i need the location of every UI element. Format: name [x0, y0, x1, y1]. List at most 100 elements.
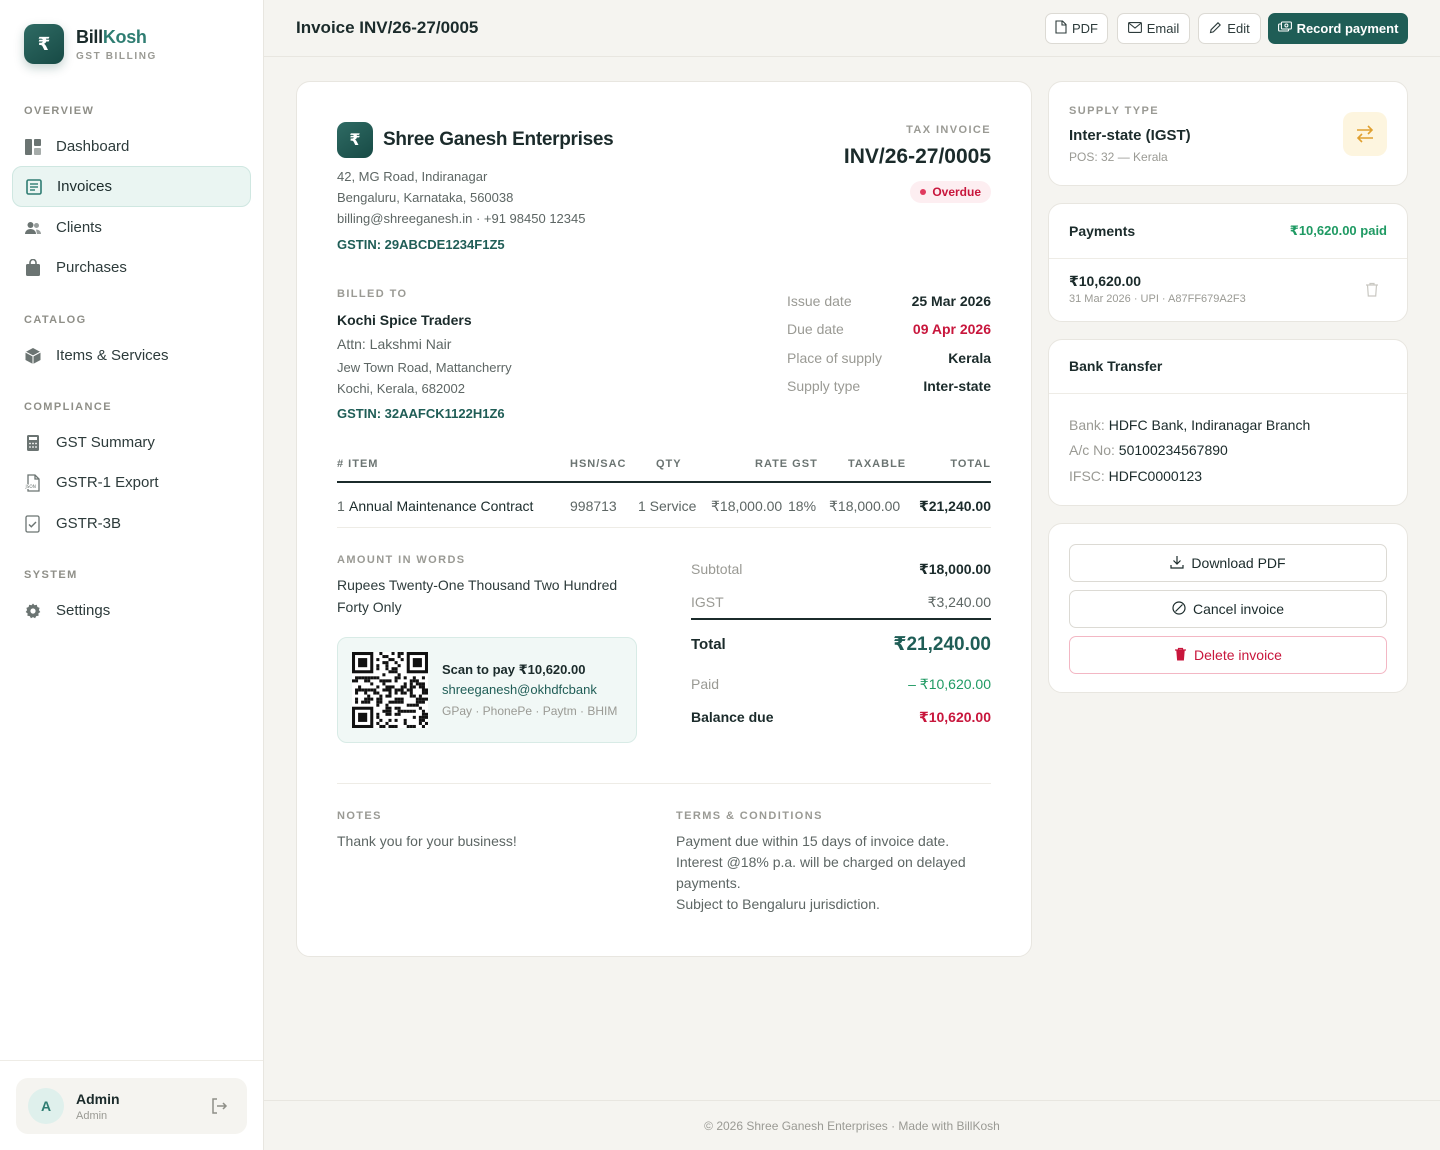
gear-icon [24, 602, 42, 620]
calculator-icon [24, 434, 42, 452]
edit-button[interactable]: Edit [1198, 13, 1261, 44]
place-of-supply-code: POS: 32 — Kerala [1069, 150, 1168, 164]
client-gstin: GSTIN: 32AAFCK1122H1Z6 [337, 406, 505, 421]
billed-to-label: BILLED TO [337, 288, 408, 300]
cancel-invoice-button[interactable]: Cancel invoice [1069, 590, 1387, 628]
sidebar-item-gstr3b[interactable]: GSTR-3B [12, 503, 251, 544]
notes-label: NOTES [337, 810, 382, 822]
items-table-header: # ITEM HSN/SAC QTY RATE GST TAXABLE TOTA… [337, 458, 991, 483]
seller-address-line: 42, MG Road, Indiranagar [337, 169, 488, 184]
subtotal-row: Subtotal ₹18,000.00 [691, 561, 991, 577]
sidebar-item-gstr1-export[interactable]: JSON GSTR-1 Export [12, 462, 251, 503]
sidebar-item-label: GSTR-3B [56, 515, 122, 532]
payments-paid-summary: ₹10,620.00 paid [1289, 223, 1387, 238]
due-date: 09 Apr 2026 [912, 321, 991, 337]
total-row: Total ₹21,240.00 [691, 634, 991, 655]
paid-value: – ₹10,620.00 [908, 676, 991, 692]
supply-type-label: SUPPLY TYPE [1069, 105, 1159, 117]
pdf-button[interactable]: PDF [1045, 13, 1108, 44]
delete-invoice-button[interactable]: Delete invoice [1069, 636, 1387, 674]
actions-card: Download PDF Cancel invoice Delete invoi… [1048, 523, 1408, 693]
sidebar-item-dashboard[interactable]: Dashboard [12, 126, 251, 167]
col-total: TOTAL [950, 458, 991, 470]
sidebar-item-gst-summary[interactable]: GST Summary [12, 422, 251, 463]
user-card[interactable]: A Admin Admin [16, 1078, 247, 1134]
topbar: Invoice INV/26-27/0005 PDF Email Edit Re… [264, 0, 1440, 57]
account-number-line: A/c No: 50100234567890 [1069, 442, 1228, 458]
balance-value: ₹10,620.00 [918, 709, 991, 725]
page-title: Invoice INV/26-27/0005 [296, 18, 479, 37]
payments-card: Payments ₹10,620.00 paid ₹10,620.00 31 M… [1048, 203, 1408, 322]
igst-value: ₹3,240.00 [927, 594, 991, 610]
user-role: Admin [76, 1109, 108, 1122]
nav-section-system: SYSTEM [24, 569, 78, 581]
box-icon [24, 347, 42, 365]
seller-contact-line: billing@shreeganesh.in · +91 98450 12345 [337, 211, 586, 226]
sidebar-item-purchases[interactable]: Purchases [12, 247, 251, 288]
issue-date-row: Issue date 25 Mar 2026 [787, 293, 991, 309]
terms-label: TERMS & CONDITIONS [676, 810, 823, 822]
logout-icon[interactable] [209, 1096, 229, 1121]
sidebar-item-invoices[interactable]: Invoices [12, 166, 251, 207]
ifsc-code: HDFC0000123 [1108, 468, 1203, 484]
sidebar: ₹ BillKosh GST BILLING OVERVIEW Dashboar… [0, 0, 264, 1150]
sidebar-item-label: GST Summary [56, 434, 155, 451]
supply-type-value: Inter-state (IGST) [1069, 127, 1191, 144]
sidebar-divider [0, 1060, 263, 1061]
sidebar-item-clients[interactable]: Clients [12, 207, 251, 248]
brand[interactable]: ₹ BillKosh GST BILLING [24, 24, 157, 64]
col-qty: QTY [656, 458, 682, 470]
record-payment-button[interactable]: Record payment [1268, 13, 1408, 44]
client-attn: Attn: Lakshmi Nair [337, 336, 452, 352]
upi-apps: GPay · PhonePe · Paytm · BHIM [442, 704, 618, 718]
sidebar-item-label: Purchases [56, 259, 127, 276]
supply-type: Inter-state [923, 378, 991, 394]
item-qty: 1 Service [638, 498, 697, 514]
balance-row: Balance due ₹10,620.00 [691, 709, 991, 725]
item-number: 1 [337, 498, 345, 514]
seller-logo-icon: ₹ [337, 122, 373, 158]
item-name: Annual Maintenance Contract [349, 498, 534, 514]
page-footer: © 2026 Shree Ganesh Enterprises · Made w… [264, 1100, 1440, 1150]
trash-icon[interactable] [1365, 282, 1379, 302]
client-name: Kochi Spice Traders [337, 312, 472, 328]
cancel-circle-icon [1172, 600, 1186, 618]
checklist-icon [24, 514, 42, 533]
brand-name: BillKosh [76, 26, 147, 47]
col-taxable: TAXABLE [848, 458, 907, 470]
paid-row: Paid – ₹10,620.00 [691, 676, 991, 692]
payments-title: Payments [1069, 223, 1136, 239]
sidebar-item-items-services[interactable]: Items & Services [12, 335, 251, 376]
invoice-icon [25, 178, 43, 196]
notes-divider [337, 783, 991, 784]
pencil-icon [1209, 21, 1222, 37]
due-date-row: Due date 09 Apr 2026 [787, 321, 991, 337]
sidebar-item-label: Dashboard [56, 138, 130, 155]
terms-text: Payment due within 15 days of invoice da… [676, 833, 966, 912]
subtotal-value: ₹18,000.00 [918, 561, 991, 577]
invoice-number: INV/26-27/0005 [843, 145, 991, 168]
col-item: # ITEM [337, 458, 379, 470]
bank-transfer-card: Bank Transfer Bank: HDFC Bank, Indiranag… [1048, 339, 1408, 506]
download-pdf-button[interactable]: Download PDF [1069, 544, 1387, 582]
download-icon [1170, 555, 1185, 572]
email-button[interactable]: Email [1117, 13, 1190, 44]
sidebar-item-settings[interactable]: Settings [12, 590, 251, 631]
payment-details: 31 Mar 2026 · UPI · A87FF679A2F3 [1069, 293, 1246, 305]
nav-section-compliance: COMPLIANCE [24, 401, 112, 413]
avatar: A [28, 1088, 64, 1124]
payment-amount: ₹10,620.00 [1069, 273, 1142, 289]
brand-logo-icon: ₹ [24, 24, 64, 64]
upi-id: shreeganesh@okhdfcbank [442, 682, 597, 697]
col-hsn: HSN/SAC [570, 458, 627, 470]
sidebar-item-label: Clients [56, 219, 102, 236]
place-of-supply-row: Place of supply Kerala [787, 350, 991, 366]
account-number: 50100234567890 [1118, 442, 1228, 458]
sidebar-item-label: Settings [56, 602, 111, 619]
brand-subtitle: GST BILLING [76, 50, 157, 62]
sidebar-item-label: Invoices [57, 178, 113, 195]
seller-gstin: GSTIN: 29ABCDE1234F1Z5 [337, 237, 505, 252]
status-badge: Overdue [910, 181, 991, 203]
igst-row: IGST ₹3,240.00 [691, 594, 991, 610]
nav-section-overview: OVERVIEW [24, 105, 95, 117]
